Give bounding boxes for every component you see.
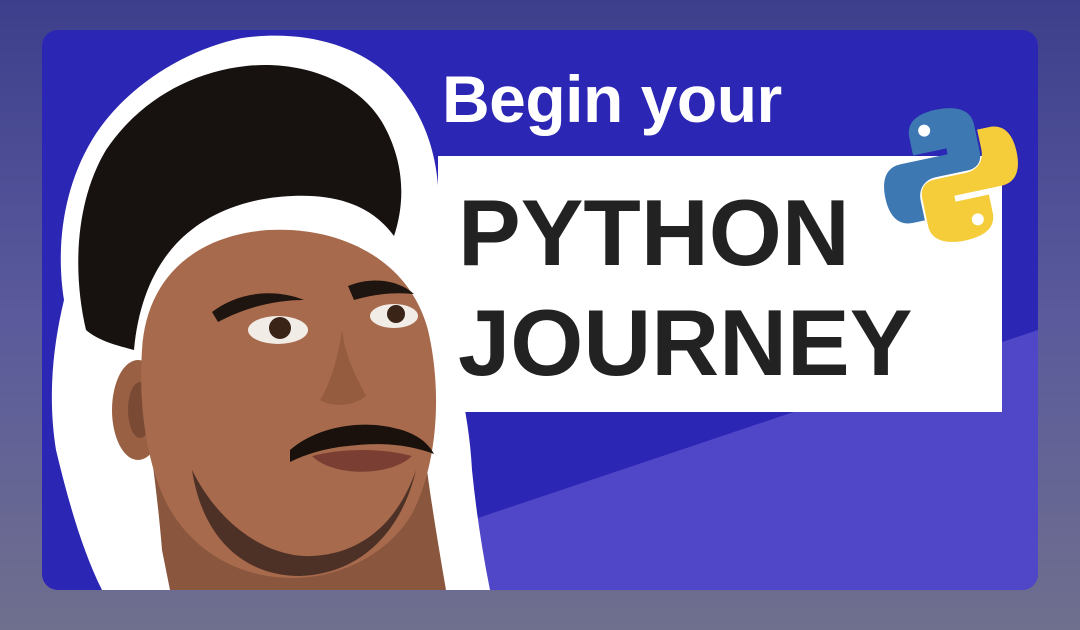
man-portrait-cutout bbox=[51, 35, 491, 590]
video-thumbnail[interactable]: Begin your PYTHON JOURNEY bbox=[42, 30, 1038, 590]
title-python: PYTHON bbox=[458, 180, 850, 285]
python-logo-icon bbox=[884, 108, 1018, 242]
title-journey: JOURNEY bbox=[458, 290, 913, 395]
